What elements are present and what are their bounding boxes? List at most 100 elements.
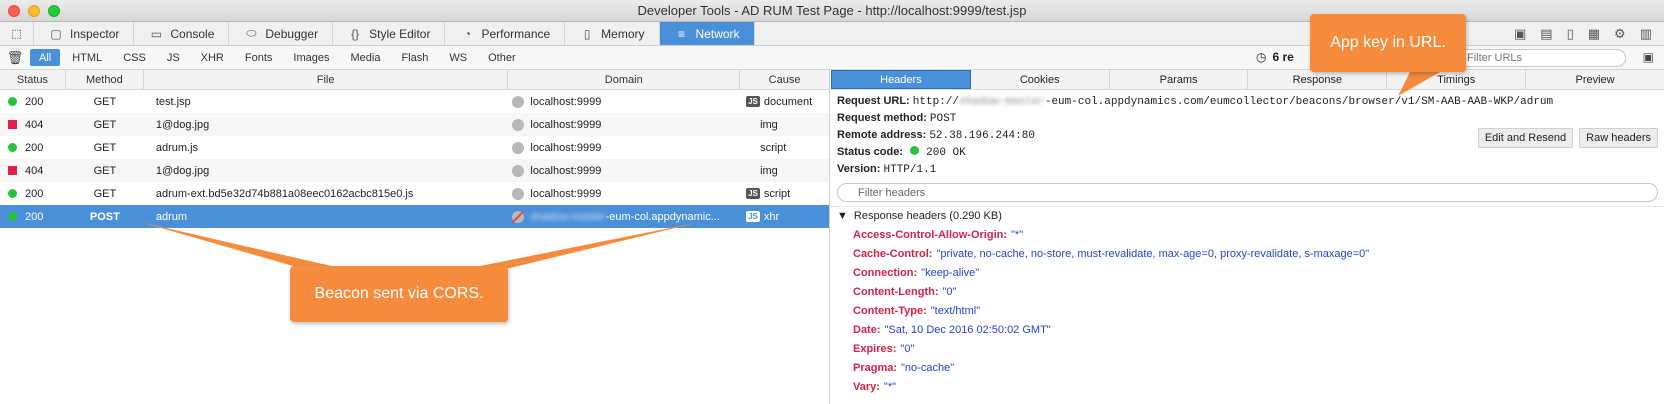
request-rows: 200 GET test.jsp localhost:9999 JS docume… (0, 90, 829, 228)
tab-inspector[interactable]: ▢ Inspector (34, 22, 135, 45)
table-row[interactable]: 200 GET adrum-ext.bd5e32d74b881a08eec016… (0, 182, 829, 205)
memory-icon: ▯ (583, 26, 591, 41)
request-url-line: Request URL: http://shadow-master-eum-co… (837, 95, 1554, 108)
status-ok-icon (8, 143, 17, 152)
table-row[interactable]: 404 GET 1@dog.jpg localhost:9999 img (0, 113, 829, 136)
filter-urls-input[interactable] (1450, 49, 1626, 67)
console-icon: ▭ (150, 26, 163, 41)
tab-performance[interactable]: ◔ Performance (445, 22, 566, 45)
tab-preview[interactable]: Preview (1526, 70, 1664, 89)
tab-params[interactable]: Params (1110, 70, 1249, 89)
blurred-hostname: shadow-master (530, 210, 606, 223)
table-row-selected[interactable]: 200 POST adrum shadow-master -eum-col.app… (0, 205, 829, 228)
version-line: Version: HTTP/1.1 (837, 163, 937, 176)
header-row: Pragma: "no-cache" (853, 361, 955, 374)
request-summary-block: Request URL: http://shadow-master-eum-co… (831, 90, 1664, 181)
insecure-connection-icon (512, 210, 525, 223)
filter-flash-button[interactable]: Flash (392, 49, 437, 66)
toggle-details-panel-icon[interactable]: ▣ (1643, 50, 1654, 64)
filter-other-button[interactable]: Other (479, 49, 525, 66)
tab-headers[interactable]: Headers (831, 70, 971, 89)
maximize-window-button[interactable] (48, 5, 60, 17)
style-editor-icon: {} (351, 26, 360, 41)
filter-images-button[interactable]: Images (284, 49, 338, 66)
callout-app-key: App key in URL. (1310, 14, 1466, 72)
request-summary: ◷ 6 re (1256, 50, 1294, 64)
status-ok-icon (8, 212, 17, 221)
filter-media-button[interactable]: Media (341, 49, 389, 66)
header-row: Cache-Control: "private, no-cache, no-sto… (853, 247, 1370, 260)
header-row: Connection: "keep-alive" (853, 266, 980, 279)
callout-cors: Beacon sent via CORS. (290, 266, 508, 322)
globe-icon (512, 141, 525, 154)
tab-cookies[interactable]: Cookies (971, 70, 1110, 89)
status-error-icon (8, 120, 17, 129)
details-actions: Edit and Resend Raw headers (1477, 128, 1658, 148)
window-title: Developer Tools - AD RUM Test Page - htt… (637, 3, 1027, 18)
filter-fonts-button[interactable]: Fonts (236, 49, 282, 66)
stopwatch-icon: ◷ (1256, 50, 1267, 64)
globe-icon (512, 164, 525, 177)
network-icon: ≡ (678, 26, 686, 41)
filter-headers-input[interactable]: Filter headers (837, 183, 1658, 202)
minimize-window-button[interactable] (28, 5, 40, 17)
js-badge-icon: JS (746, 188, 760, 199)
globe-icon (512, 95, 525, 108)
status-error-icon (8, 166, 17, 175)
filter-css-button[interactable]: CSS (114, 49, 155, 66)
header-row: Content-Type: "text/html" (853, 304, 981, 317)
tab-response[interactable]: Response (1248, 70, 1388, 89)
filter-all-button[interactable]: All (30, 49, 61, 66)
tab-console[interactable]: ▭ Console (134, 22, 230, 45)
column-file[interactable]: File (144, 70, 509, 89)
header-row: Date: "Sat, 10 Dec 2016 02:50:02 GMT" (853, 323, 1051, 336)
table-row[interactable]: 200 GET adrum.js localhost:9999 script (0, 136, 829, 159)
header-row: Access-Control-Allow-Origin: "*" (853, 228, 1024, 241)
tab-timings[interactable]: Timings (1387, 70, 1527, 89)
element-picker-button[interactable]: ⬚ (0, 22, 34, 45)
column-method[interactable]: Method (66, 70, 144, 89)
screenshot-icon[interactable]: ▦ (1588, 26, 1600, 42)
dock-icon[interactable]: ▥ (1640, 26, 1652, 42)
tab-style-editor[interactable]: {} Style Editor (333, 22, 446, 45)
blurred-url-host: shadow-master (959, 96, 1045, 108)
js-badge-icon: JS (746, 96, 760, 107)
tab-network[interactable]: ≡ Network (659, 22, 755, 45)
edit-and-resend-button[interactable]: Edit and Resend (1477, 128, 1574, 148)
header-row: Vary: "*" (853, 380, 897, 393)
tab-memory[interactable]: ▯ Memory (565, 22, 660, 45)
toolbox-right-tools: ▣ ▤ ▯ ▦ ⚙ ▥ (1514, 22, 1664, 46)
filter-xhr-button[interactable]: XHR (192, 49, 233, 66)
inspector-icon: ▢ (50, 26, 62, 41)
response-headers-section-toggle[interactable]: ▼ Response headers (0.290 KB) (831, 206, 1664, 225)
gear-icon[interactable]: ⚙ (1614, 26, 1626, 42)
responsive-mode-icon[interactable]: ▯ (1567, 26, 1574, 42)
request-details-panel: Headers Cookies Params Response Timings … (831, 70, 1664, 404)
tab-debugger[interactable]: ⬭ Debugger (229, 22, 334, 45)
filter-html-button[interactable]: HTML (63, 49, 111, 66)
column-cause[interactable]: Cause (740, 70, 829, 89)
trash-icon[interactable]: 🗑 (0, 50, 30, 66)
globe-icon (512, 187, 525, 200)
response-headers-list: Access-Control-Allow-Origin: "*" Cache-Co… (831, 225, 1664, 396)
layout-icon[interactable]: ▣ (1514, 26, 1526, 42)
status-ok-icon (910, 146, 920, 155)
status-ok-icon (8, 97, 17, 106)
request-url-value: -eum-col.appdynamics.com/eumcollector/be… (1044, 96, 1554, 108)
scratchpad-icon[interactable]: ▤ (1540, 26, 1552, 42)
table-row[interactable]: 200 GET test.jsp localhost:9999 JS docume… (0, 90, 829, 113)
request-list-header: Status Method File Domain Cause (0, 70, 829, 90)
column-status[interactable]: Status (0, 70, 66, 89)
globe-icon (512, 118, 525, 131)
request-summary-text: 6 re (1272, 50, 1294, 64)
column-domain[interactable]: Domain (508, 70, 741, 89)
table-row[interactable]: 404 GET 1@dog.jpg localhost:9999 img (0, 159, 829, 182)
filter-ws-button[interactable]: WS (440, 49, 476, 66)
close-window-button[interactable] (8, 5, 20, 17)
raw-headers-button[interactable]: Raw headers (1579, 128, 1658, 148)
response-headers-title: Response headers (0.290 KB) (853, 210, 1002, 222)
element-picker-icon: ⬚ (11, 28, 22, 40)
disclosure-triangle-icon: ▼ (837, 210, 848, 222)
filter-js-button[interactable]: JS (158, 49, 189, 66)
filter-headers-placeholder: Filter headers (858, 186, 926, 199)
